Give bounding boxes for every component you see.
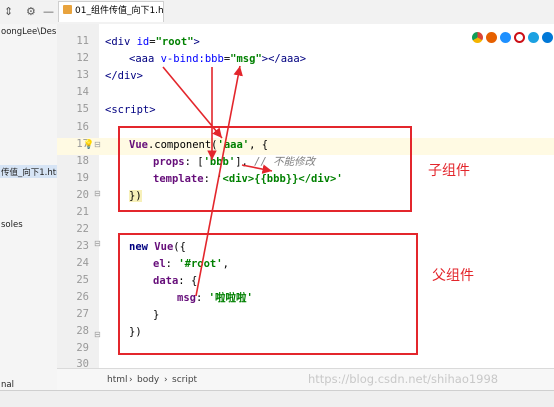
arrow-msg bbox=[195, 65, 243, 297]
status-bar bbox=[0, 390, 554, 407]
breadcrumb-sep: › bbox=[164, 375, 168, 385]
breadcrumb-item-body[interactable]: body bbox=[137, 375, 159, 385]
breadcrumb-item-html[interactable]: html bbox=[107, 375, 128, 385]
breadcrumb-item-script[interactable]: script bbox=[172, 375, 197, 385]
arrow-template bbox=[241, 164, 273, 174]
annotation-arrows bbox=[162, 65, 273, 297]
arrow-aaa bbox=[162, 66, 223, 139]
watermark: https://blog.csdn.net/shihao1998 bbox=[308, 372, 499, 386]
breadcrumb-sep: › bbox=[129, 375, 133, 385]
